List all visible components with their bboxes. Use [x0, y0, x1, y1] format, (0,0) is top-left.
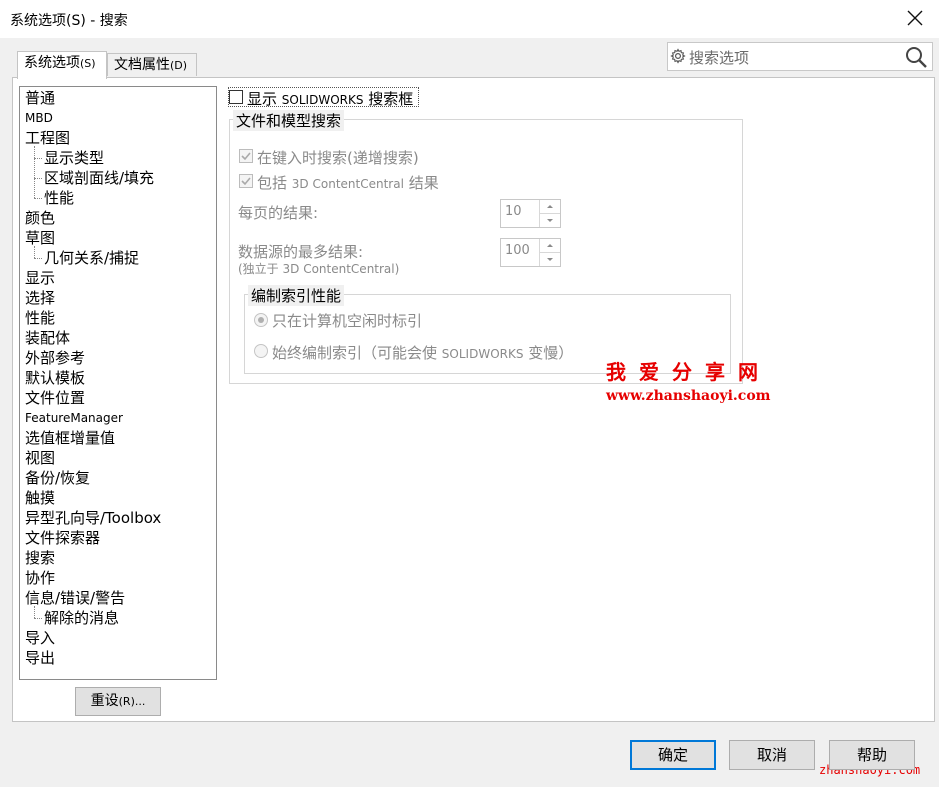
- tab-label: 文档属性: [114, 57, 170, 73]
- chevron-up-icon[interactable]: [540, 239, 560, 253]
- incremental-search-label: 在键入时搜索(递增搜索): [257, 149, 419, 167]
- always-indexing-radio[interactable]: [254, 344, 268, 358]
- search-options-input[interactable]: 搜索选项: [667, 42, 933, 71]
- tree-item-backup-recover[interactable]: 备份/恢复: [25, 469, 90, 487]
- tree-item-spin-box-increments[interactable]: 选值框增量值: [25, 429, 115, 447]
- search-placeholder: 搜索选项: [689, 49, 750, 67]
- watermark-title: 我爱分享网: [606, 360, 771, 384]
- file-model-search-title: 文件和模型搜索: [233, 110, 345, 131]
- tab-shortcut: (D): [170, 59, 188, 72]
- cancel-button[interactable]: 取消: [729, 740, 815, 770]
- tree-item-assemblies[interactable]: 装配体: [25, 329, 70, 347]
- tree-item-dismissed-messages[interactable]: 解除的消息: [44, 609, 119, 627]
- label-product: 3D ContentCentral): [282, 262, 400, 276]
- tree-item-default-templates[interactable]: 默认模板: [25, 369, 85, 387]
- tab-document-properties[interactable]: 文档属性(D): [107, 53, 197, 76]
- title-bar: 系统选项(S) - 搜索: [0, 0, 939, 38]
- show-search-box-label: 显示 SOLIDWORKS 搜索框: [247, 88, 413, 109]
- label-text: 显示: [247, 90, 278, 108]
- label-text: 变慢）: [528, 344, 574, 362]
- label-text: 始终编制索引（可能会使: [272, 344, 438, 362]
- incremental-search-checkbox[interactable]: [239, 149, 253, 163]
- label-product: 3D ContentCentral: [291, 177, 404, 191]
- label-product: SOLIDWORKS: [441, 347, 524, 361]
- gear-icon: [670, 48, 686, 64]
- tree-item-drawings[interactable]: 工程图: [25, 129, 70, 147]
- results-per-page-label: 每页的结果:: [238, 204, 319, 222]
- watermark-url: www.zhanshaoyi.com: [606, 388, 771, 404]
- tree-item-hole-wizard-toolbox[interactable]: 异型孔向导/Toolbox: [25, 509, 161, 527]
- idle-indexing-label: 只在计算机空闲时标引: [272, 312, 423, 330]
- tree-item-import[interactable]: 导入: [25, 629, 55, 647]
- window-title: 系统选项(S) - 搜索: [10, 13, 128, 29]
- max-results-label: 数据源的最多结果:: [238, 243, 364, 261]
- tree-connector: [34, 178, 42, 179]
- tree-item-relations-snaps[interactable]: 几何关系/捕捉: [44, 249, 139, 267]
- idle-indexing-radio[interactable]: [254, 313, 268, 327]
- tree-item-drawing-performance[interactable]: 性能: [44, 189, 74, 207]
- tree-connector: [34, 618, 42, 619]
- help-button[interactable]: 帮助: [829, 740, 915, 770]
- results-per-page-value: 10: [505, 204, 522, 219]
- index-performance-title: 编制索引性能: [248, 285, 345, 306]
- chevron-up-icon[interactable]: [540, 200, 560, 214]
- tree-item-display[interactable]: 显示: [25, 269, 55, 287]
- tab-shortcut: (S): [80, 57, 96, 70]
- tree-item-sketch[interactable]: 草图: [25, 229, 55, 247]
- tree-item-touch[interactable]: 触摸: [25, 489, 55, 507]
- tree-item-mbd[interactable]: MBD: [25, 109, 53, 127]
- tree-connector: [34, 246, 35, 258]
- reset-label: 重设: [90, 693, 119, 709]
- tab-label: 系统选项: [24, 55, 80, 71]
- options-tree[interactable]: 普通 MBD 工程图 显示类型 区域剖面线/填充 性能 颜色 草图 几何关系/捕…: [19, 86, 217, 680]
- include-contentcentral-label: 包括 3D ContentCentral 结果: [257, 172, 439, 193]
- max-results-stepper[interactable]: 100: [500, 238, 561, 267]
- tree-item-area-hatch[interactable]: 区域剖面线/填充: [44, 169, 154, 187]
- tab-system-options[interactable]: 系统选项(S): [17, 51, 107, 79]
- tree-connector: [34, 606, 35, 618]
- reset-shortcut: (R)...: [118, 695, 146, 708]
- tree-item-collaboration[interactable]: 协作: [25, 569, 55, 587]
- tree-connector: [34, 158, 42, 159]
- tree-item-file-locations[interactable]: 文件位置: [25, 389, 85, 407]
- tree-item-file-explorer[interactable]: 文件探索器: [25, 529, 100, 547]
- max-results-value: 100: [505, 243, 530, 258]
- chevron-down-icon[interactable]: [540, 253, 560, 266]
- label-text: 结果: [408, 174, 439, 192]
- label-text: 搜索框: [368, 90, 414, 108]
- max-results-sublabel: (独立于 3D ContentCentral): [238, 260, 399, 277]
- tree-item-search[interactable]: 搜索: [25, 549, 55, 567]
- always-indexing-label: 始终编制索引（可能会使 SOLIDWORKS 变慢）: [272, 342, 573, 363]
- include-contentcentral-checkbox[interactable]: [239, 174, 253, 188]
- tree-item-view[interactable]: 视图: [25, 449, 55, 467]
- label-text: (独立于: [238, 262, 279, 276]
- tree-connector: [34, 198, 42, 199]
- tree-connector: [34, 146, 35, 198]
- chevron-down-icon[interactable]: [540, 214, 560, 227]
- tree-item-export[interactable]: 导出: [25, 649, 55, 667]
- tree-item-messages[interactable]: 信息/错误/警告: [25, 589, 125, 607]
- close-icon[interactable]: [903, 6, 927, 30]
- tree-item-colors[interactable]: 颜色: [25, 209, 55, 227]
- tree-item-performance[interactable]: 性能: [25, 309, 55, 327]
- tree-item-featuremanager[interactable]: FeatureManager: [25, 409, 123, 427]
- label-text: 包括: [257, 174, 288, 192]
- show-search-box-option[interactable]: 显示 SOLIDWORKS 搜索框: [228, 87, 419, 109]
- tree-item-display-style[interactable]: 显示类型: [44, 149, 104, 167]
- reset-button[interactable]: 重设(R)...: [75, 687, 161, 716]
- tree-item-selection[interactable]: 选择: [25, 289, 55, 307]
- tree-connector: [34, 258, 42, 259]
- magnifier-icon[interactable]: [904, 45, 928, 69]
- ok-button[interactable]: 确定: [630, 740, 716, 770]
- results-per-page-stepper[interactable]: 10: [500, 199, 561, 228]
- tree-item-external-references[interactable]: 外部参考: [25, 349, 85, 367]
- label-product: SOLIDWORKS: [281, 93, 364, 107]
- show-search-box-checkbox[interactable]: [229, 90, 243, 104]
- tree-item-general[interactable]: 普通: [25, 89, 55, 107]
